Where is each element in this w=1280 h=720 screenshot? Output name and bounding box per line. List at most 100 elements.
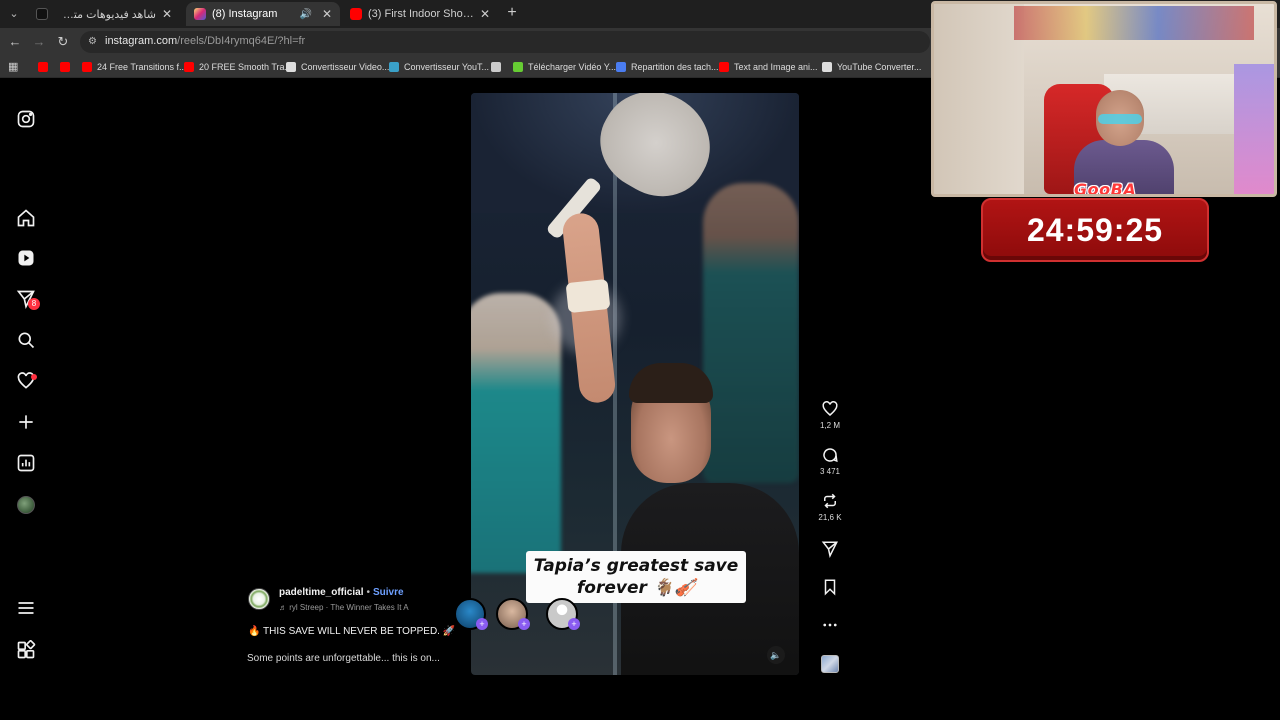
tab-youtube-shooting-range[interactable]: (3) First Indoor Shooting Range ✕ (342, 2, 498, 26)
repost-count: 21,6 K (818, 513, 842, 522)
bookmark-favicon-icon (822, 62, 832, 72)
separator-dot: • (366, 587, 370, 598)
close-tab-icon[interactable]: ✕ (162, 7, 172, 21)
bookmark-favicon-icon (82, 62, 92, 72)
dashboard-icon[interactable] (16, 453, 36, 473)
video-text-overlay: Tapia’s greatest save forever 🐐🎻 (526, 551, 746, 603)
overlay-line-2: forever 🐐🎻 (576, 578, 696, 598)
like-action[interactable]: 1,2 M (812, 400, 848, 430)
close-tab-icon[interactable]: ✕ (480, 7, 490, 21)
forward-arrow-icon[interactable]: → (31, 34, 47, 50)
bookmark-label: Convertisseur YouT... (404, 62, 490, 72)
audio-playing-icon[interactable]: 🔊 (299, 9, 311, 20)
bookmark-favicon-icon (38, 62, 48, 72)
main-player-hair (629, 363, 713, 403)
bookmark-favicon-icon (513, 62, 523, 72)
author-username[interactable]: padeltime_official (279, 587, 363, 598)
audio-track-link[interactable]: ♬ ryl Streep · The Winner Takes It A (279, 603, 409, 612)
youtube-favicon-icon (350, 8, 362, 20)
author-avatar[interactable] (248, 588, 270, 610)
neon-light (1234, 64, 1274, 194)
streamer-webcam: GooBA (931, 1, 1277, 197)
bookmark-favicon-icon (184, 62, 194, 72)
bookmark-favicon-icon (389, 62, 399, 72)
heart-icon[interactable] (821, 400, 839, 418)
apps-grid-icon[interactable]: ▦ (8, 61, 20, 73)
bookmark-item[interactable]: YouTube Converter... (822, 60, 921, 74)
background-player (471, 293, 561, 573)
original-audio-thumbnail[interactable] (821, 655, 839, 673)
overlay-line-1: Tapia’s greatest save (533, 556, 739, 576)
caption-preview[interactable]: Some points are unforgettable... this is… (247, 653, 440, 664)
close-tab-icon[interactable]: ✕ (322, 7, 332, 21)
comment-bubble-icon[interactable] (821, 446, 839, 464)
bookmark-item[interactable]: Text and Image ani... (719, 60, 818, 74)
search-icon[interactable] (16, 330, 36, 350)
bookmark-item[interactable]: Convertisseur YouT... (389, 60, 489, 74)
share-action[interactable] (812, 540, 848, 558)
bookmark-item[interactable] (491, 60, 506, 74)
tiktok-favicon-icon (36, 8, 48, 20)
cam-name-tag: GooBA (1074, 180, 1137, 197)
follow-plus-icon[interactable]: + (568, 618, 580, 630)
tab-trending-videos[interactable]: شاهد فيديوهات متصدرة (99+) ✕ (28, 2, 180, 26)
url-path: /reels/DbI4rymq64E/?hl=fr (177, 35, 306, 47)
save-action[interactable] (812, 578, 848, 596)
author-line: padeltime_official • Suivre (279, 587, 404, 598)
bookmark-item[interactable]: Convertisseur Video... (286, 60, 389, 74)
collaborator-avatar[interactable]: + (496, 598, 530, 630)
bookmark-item[interactable]: 24 Free Transitions f... (82, 60, 187, 74)
follow-button[interactable]: Suivre (373, 587, 404, 598)
bookmark-item[interactable] (38, 60, 53, 74)
profile-avatar[interactable] (17, 496, 35, 514)
instagram-page: 8 Tapia’s greatest save forever 🐐🎻 🔈 + +… (0, 78, 1002, 690)
tab-search-chevron-icon[interactable]: ⌄ (6, 6, 22, 22)
bookmark-label: 24 Free Transitions f... (97, 62, 187, 72)
create-plus-icon[interactable] (16, 412, 36, 432)
volume-icon[interactable]: 🔈 (767, 646, 785, 664)
collaborator-avatar[interactable]: + (454, 598, 488, 630)
reel-video[interactable]: Tapia’s greatest save forever 🐐🎻 🔈 (471, 93, 799, 675)
more-dots-icon[interactable] (821, 616, 839, 634)
url-host: instagram.com (105, 35, 178, 47)
comment-action[interactable]: 3 471 (812, 446, 848, 476)
like-count: 1,2 M (819, 421, 840, 430)
bookmark-item[interactable]: Repartition des tach... (616, 60, 719, 74)
more-options-action[interactable] (812, 616, 848, 634)
bookmark-icon[interactable] (821, 578, 839, 596)
bookmark-label: YouTube Converter... (837, 62, 922, 72)
caption-title: 🔥 THIS SAVE WILL NEVER BE TOPPED. 🚀 (248, 626, 456, 637)
site-info-icon[interactable]: ⚙ (88, 36, 100, 48)
bookmark-label: 20 FREE Smooth Tra... (199, 62, 293, 72)
bookmark-label: Télécharger Vidéo Y... (528, 62, 617, 72)
bookmark-label: Repartition des tach... (631, 62, 719, 72)
messages-badge: 8 (28, 298, 40, 310)
tab-instagram[interactable]: (8) Instagram 🔊 ✕ (186, 2, 340, 26)
more-menu-icon[interactable] (16, 598, 36, 618)
flag-banner (1014, 6, 1254, 40)
instagram-logo-icon[interactable] (16, 109, 36, 129)
collaborator-avatar[interactable]: + (546, 598, 580, 630)
tab-title: (3) First Indoor Shooting Range (368, 8, 474, 20)
reels-icon[interactable] (16, 248, 36, 268)
back-arrow-icon[interactable]: ← (7, 34, 23, 50)
follow-plus-icon[interactable]: + (518, 618, 530, 630)
bookmark-label: Convertisseur Video... (301, 62, 390, 72)
url-text: instagram.com/reels/DbI4rymq64E/?hl=fr (105, 35, 305, 47)
bookmark-favicon-icon (719, 62, 729, 72)
bookmark-item[interactable]: Télécharger Vidéo Y... (513, 60, 616, 74)
follow-plus-icon[interactable]: + (476, 618, 488, 630)
tab-title: شاهد فيديوهات متصدرة (99+) (54, 8, 156, 21)
notification-dot (31, 374, 37, 380)
sunglasses (1098, 114, 1142, 124)
share-paper-plane-icon[interactable] (821, 540, 839, 558)
new-tab-plus-icon[interactable]: + (504, 4, 520, 22)
bookmark-item[interactable] (60, 60, 75, 74)
reload-icon[interactable]: ↻ (55, 34, 71, 50)
repost-icon[interactable] (821, 492, 839, 510)
home-icon[interactable] (16, 208, 36, 228)
repost-action[interactable]: 21,6 K (812, 492, 848, 522)
bookmark-item[interactable]: 20 FREE Smooth Tra... (184, 60, 292, 74)
apps-grid-icon[interactable] (16, 639, 36, 660)
address-bar[interactable]: ⚙ instagram.com/reels/DbI4rymq64E/?hl=fr (80, 31, 930, 53)
